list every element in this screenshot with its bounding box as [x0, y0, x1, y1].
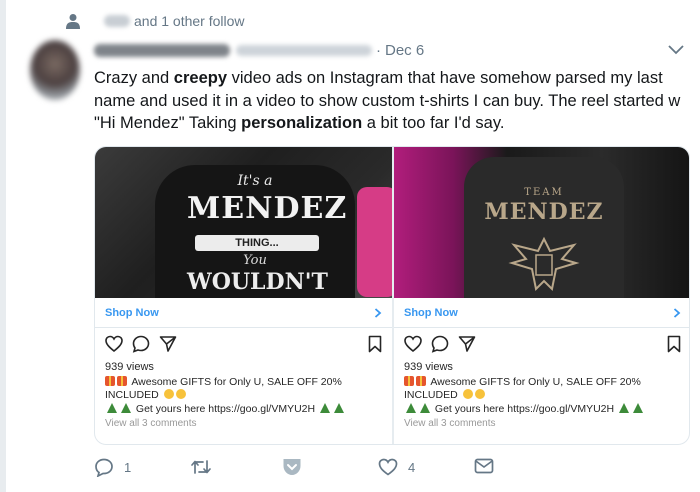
- caption-line: Awesome GIFTS for Only U, SALE OFF 20% I…: [404, 376, 684, 402]
- avatar[interactable]: [30, 40, 80, 100]
- gift-emoji-icon: [105, 376, 115, 386]
- ad-caption: Awesome GIFTS for Only U, SALE OFF 20% I…: [404, 376, 684, 416]
- heart-eyes-emoji-icon: [462, 389, 473, 399]
- tweet-text-line: "Hi Mendez" Taking personalization a bit…: [94, 112, 684, 135]
- view-all-comments-link[interactable]: View all 3 comments: [404, 418, 496, 429]
- redacted-name: [104, 15, 130, 27]
- heart-eyes-emoji-icon: [163, 389, 174, 399]
- tree-emoji-icon: [633, 403, 644, 413]
- shop-now-button[interactable]: Shop Now: [394, 298, 689, 328]
- media-container[interactable]: It's a MENDEZ THING... You WOULDN'T Shop…: [94, 146, 690, 445]
- message-button[interactable]: [474, 458, 504, 474]
- ad-action-icons: [105, 335, 382, 355]
- caption-text: Awesome GIFTS for Only U, SALE OFF 20% I…: [105, 376, 342, 401]
- retweet-button[interactable]: [190, 458, 222, 476]
- tweet-card[interactable]: and 1 other follow · Dec 6 Crazy and cre…: [6, 0, 700, 492]
- tweet-date[interactable]: Dec 6: [385, 42, 424, 59]
- text-segment: video ads on Instagram that have somehow…: [227, 69, 663, 87]
- view-all-comments-link[interactable]: View all 3 comments: [105, 418, 197, 429]
- text-segment: a bit too far I'd say.: [362, 114, 505, 132]
- gift-emoji-icon: [404, 376, 414, 386]
- heart-eyes-emoji-icon: [175, 389, 186, 399]
- reply-icon: [95, 458, 113, 477]
- shirt-text-extra2: WOULDN'T: [187, 269, 328, 295]
- comment-icon[interactable]: [132, 335, 150, 353]
- tweet-header: · Dec 6: [94, 42, 424, 59]
- caption-line: Get yours here https://goo.gl/VMYU2H: [404, 403, 684, 416]
- heart-icon[interactable]: [404, 335, 422, 353]
- tree-emoji-icon: [406, 403, 416, 413]
- tree-emoji-icon: [121, 403, 131, 413]
- gift-emoji-icon: [416, 376, 426, 386]
- text-segment-bold: personalization: [241, 114, 363, 132]
- ad-action-icons: [404, 335, 681, 355]
- instagram-ad-right[interactable]: TEAM MENDEZ Shop Now 939 views Awesome G…: [394, 147, 689, 444]
- person-icon: [66, 14, 80, 29]
- tweet-text-line: name and used it in a video to show cust…: [94, 90, 684, 113]
- heart-icon[interactable]: [105, 335, 123, 353]
- separator-dot: ·: [376, 42, 381, 59]
- chevron-right-icon: [673, 307, 681, 318]
- dm-save-button[interactable]: [282, 458, 312, 476]
- retweet-icon: [191, 460, 211, 474]
- bookmark-icon[interactable]: [368, 335, 382, 353]
- shop-now-label: Shop Now: [105, 306, 159, 319]
- instagram-ad-left[interactable]: It's a MENDEZ THING... You WOULDN'T Shop…: [95, 147, 392, 444]
- tree-emoji-icon: [334, 403, 345, 413]
- redacted-display-name[interactable]: [94, 44, 230, 57]
- text-segment-bold: creepy: [173, 69, 228, 87]
- share-icon[interactable]: [458, 335, 476, 353]
- views-count: 939 views: [404, 361, 453, 373]
- tweet-text-line: Crazy and creepy video ads on Instagram …: [94, 67, 684, 90]
- shirt-text-extra: You: [243, 253, 267, 268]
- heart-icon: [378, 458, 398, 476]
- caption-text: Awesome GIFTS for Only U, SALE OFF 20% I…: [404, 376, 641, 401]
- shirt-text-top: It's a: [237, 173, 273, 189]
- shirt-text-main: MENDEZ: [484, 199, 604, 225]
- text-segment: "Hi Mendez" Taking: [94, 114, 242, 132]
- social-context-text: and 1 other follow: [134, 13, 245, 29]
- social-context: and 1 other follow: [66, 13, 245, 29]
- views-count: 939 views: [105, 361, 154, 373]
- bookmark-icon[interactable]: [667, 335, 681, 353]
- chevron-down-icon[interactable]: [668, 44, 684, 56]
- shirt-text-bottom: THING...: [195, 235, 319, 251]
- reply-button[interactable]: 1: [94, 458, 131, 477]
- shop-now-button[interactable]: Shop Now: [95, 298, 392, 328]
- pink-shirt-shape: [357, 187, 392, 297]
- like-count: 4: [408, 459, 416, 475]
- caption-line: Get yours here https://goo.gl/VMYU2H: [105, 403, 385, 416]
- ad-image-mendez-thing[interactable]: It's a MENDEZ THING... You WOULDN'T: [95, 147, 392, 298]
- chevron-right-icon: [374, 307, 382, 318]
- tree-emoji-icon: [619, 403, 630, 413]
- shop-now-label: Shop Now: [404, 306, 458, 319]
- reply-count: 1: [124, 460, 132, 475]
- comment-icon[interactable]: [431, 335, 449, 353]
- ad-caption: Awesome GIFTS for Only U, SALE OFF 20% I…: [105, 376, 385, 416]
- caption-link-text[interactable]: Get yours here https://goo.gl/VMYU2H: [435, 403, 614, 415]
- tweet-text: Crazy and creepy video ads on Instagram …: [94, 67, 684, 135]
- tweet-actions: 1 4: [94, 458, 684, 482]
- share-icon[interactable]: [159, 335, 177, 353]
- tree-emoji-icon: [420, 403, 430, 413]
- ad-image-team-mendez[interactable]: TEAM MENDEZ: [394, 147, 689, 298]
- caption-link-text[interactable]: Get yours here https://goo.gl/VMYU2H: [136, 403, 315, 415]
- tree-emoji-icon: [107, 403, 117, 413]
- heart-eyes-emoji-icon: [474, 389, 485, 399]
- gift-emoji-icon: [117, 376, 127, 386]
- tree-emoji-icon: [320, 403, 331, 413]
- text-segment: name and used it in a video to show cust…: [94, 91, 681, 110]
- shirt-text-main: MENDEZ: [187, 191, 348, 226]
- caption-line: Awesome GIFTS for Only U, SALE OFF 20% I…: [105, 376, 385, 402]
- like-button[interactable]: 4: [378, 458, 415, 476]
- shirt-text-top: TEAM: [524, 187, 564, 198]
- eagle-emblem-icon: [508, 236, 580, 292]
- text-segment: Crazy and: [94, 69, 174, 87]
- envelope-icon: [474, 458, 494, 474]
- redacted-handle[interactable]: [236, 45, 372, 56]
- pocket-save-icon: [283, 459, 301, 475]
